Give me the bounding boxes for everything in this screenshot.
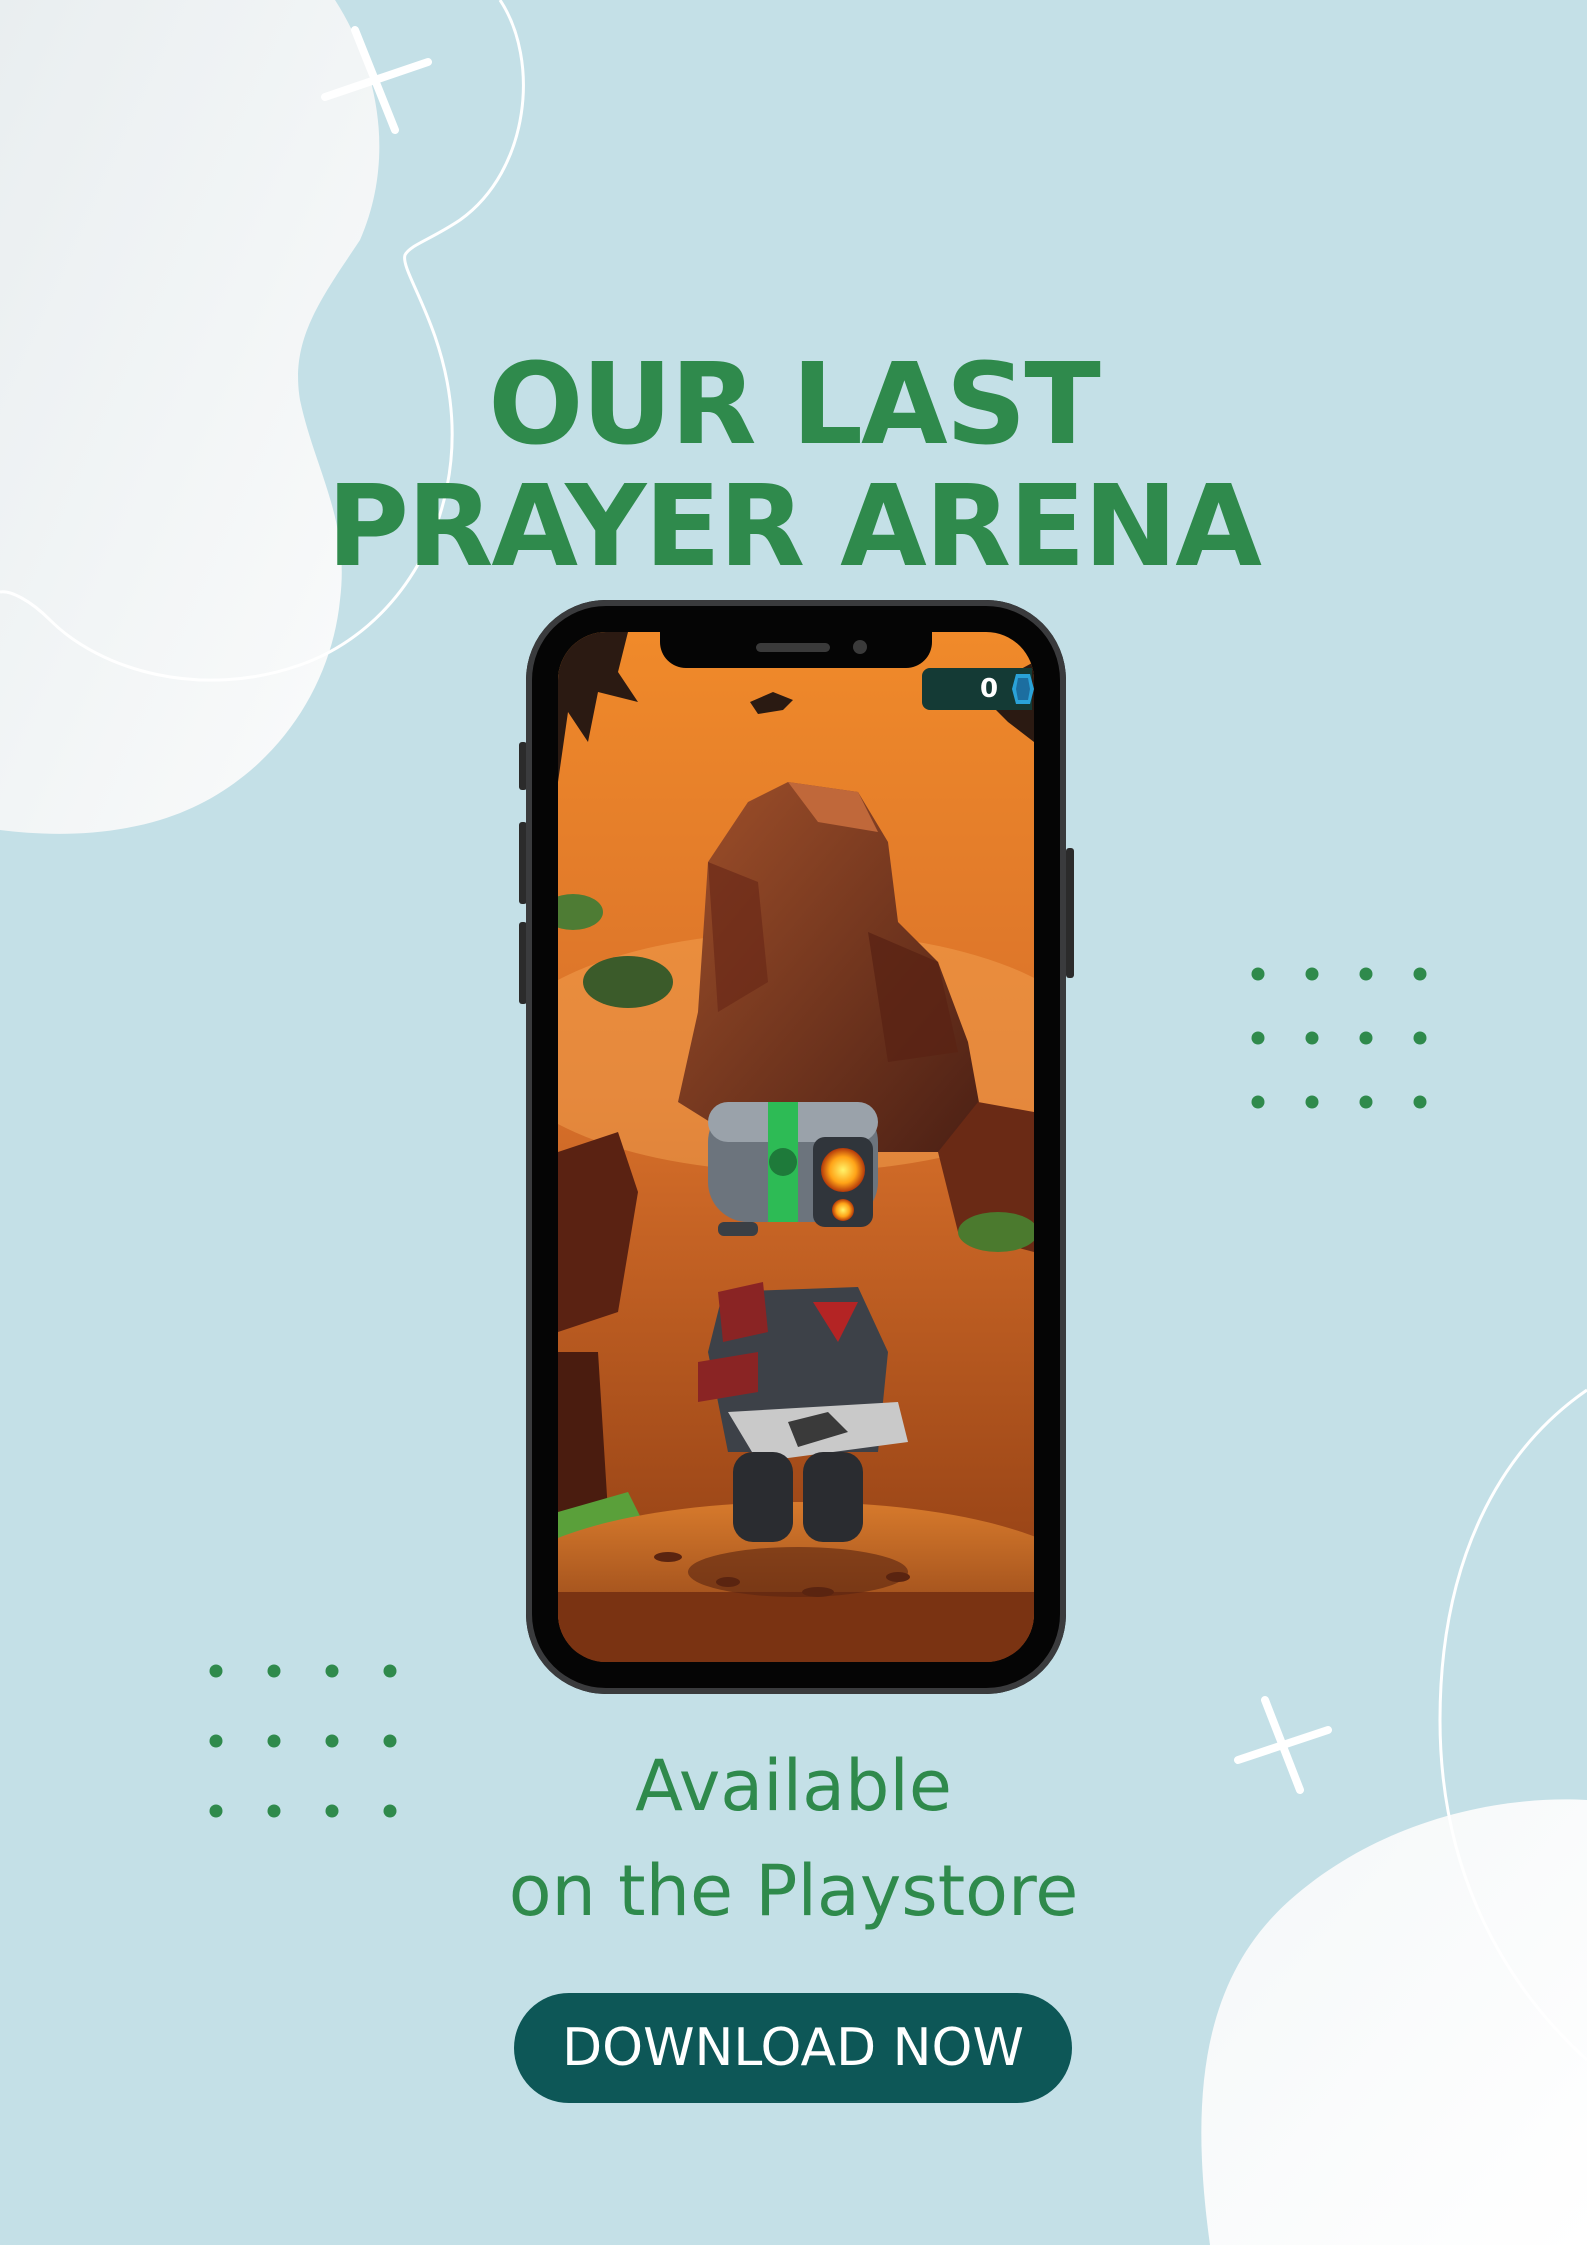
phone-power-button <box>1066 848 1074 978</box>
download-now-button[interactable]: DOWNLOAD NOW <box>514 1993 1072 2103</box>
speaker-icon <box>756 643 830 652</box>
title-line-1: OUR LAST <box>488 340 1101 470</box>
camera-icon <box>853 640 867 654</box>
game-scene-illustration <box>558 632 1034 1662</box>
subtitle-line-2: on the Playstore <box>508 1850 1079 1932</box>
subtitle-line-1: Available <box>635 1745 952 1827</box>
title-line-2: PRAYER ARENA <box>327 462 1262 592</box>
game-screenshot <box>558 632 1034 1662</box>
dot-grid <box>1251 967 1427 1109</box>
score-value: 0 <box>979 674 999 704</box>
poster: OUR LAST PRAYER ARENA 0 Available on the… <box>0 0 1587 2245</box>
gem-icon <box>1012 674 1034 704</box>
